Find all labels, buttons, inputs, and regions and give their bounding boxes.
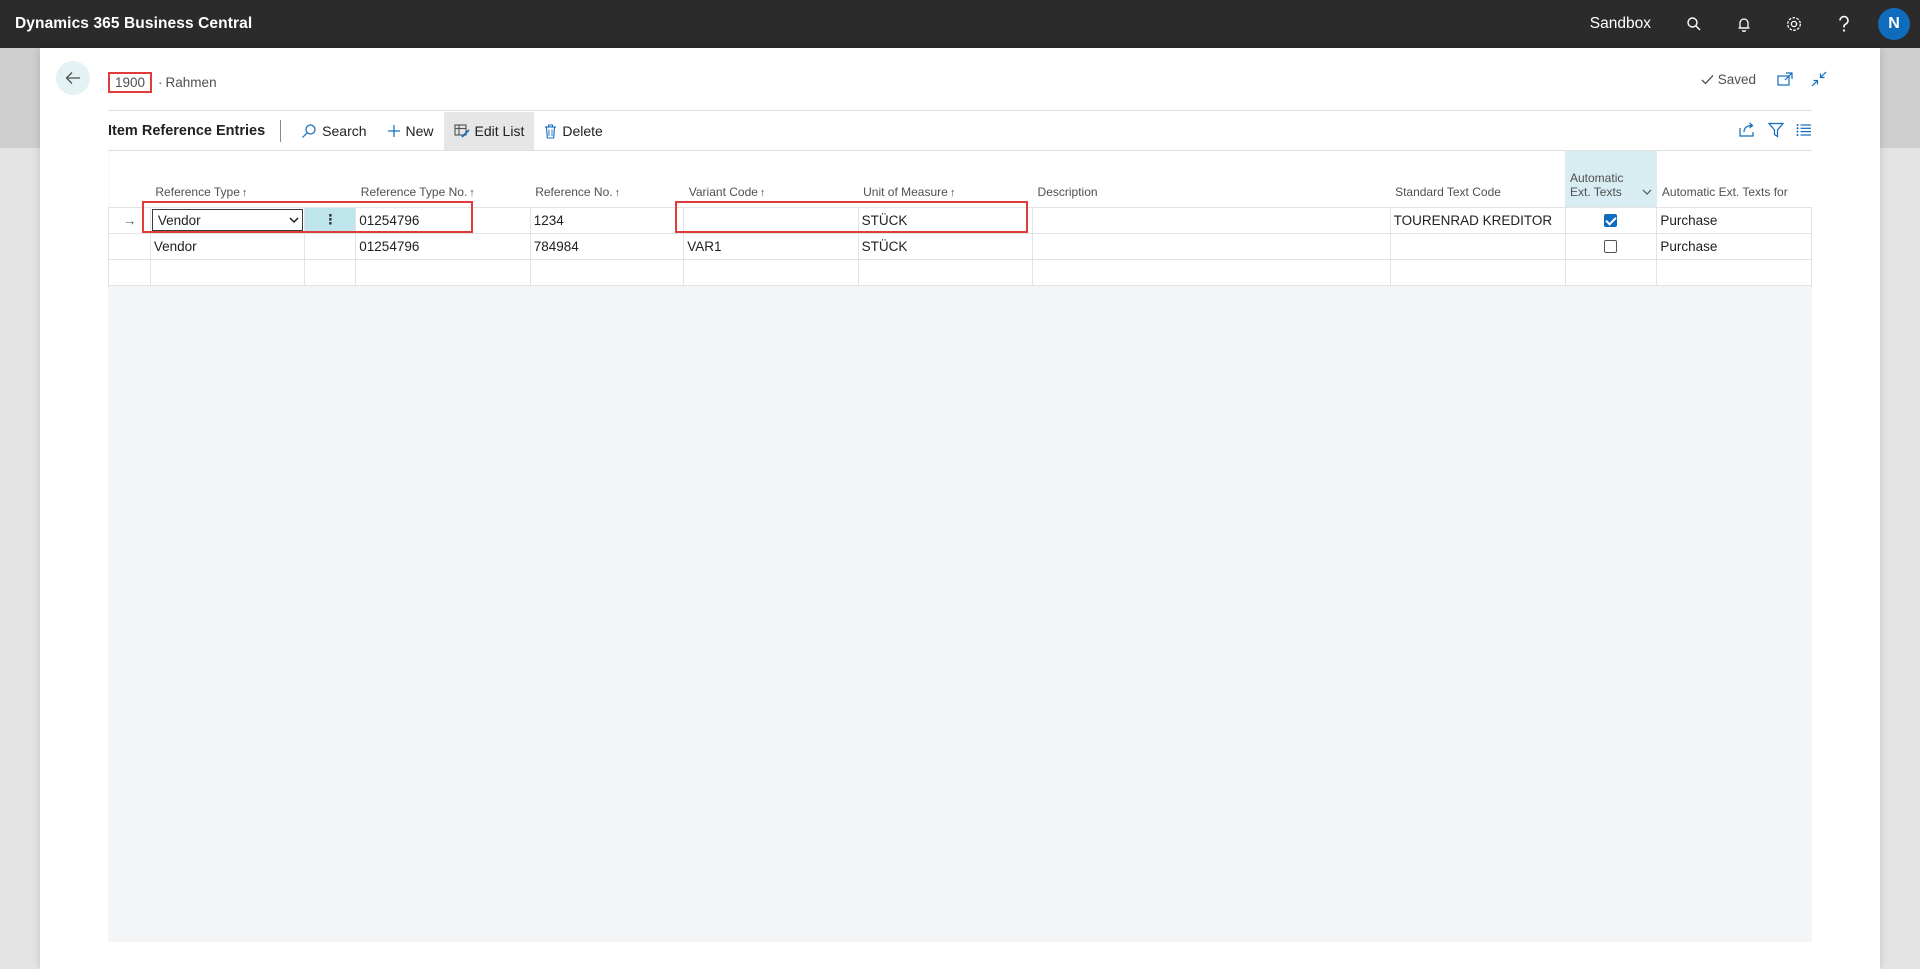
table-row[interactable]: Vendor 01254796 784984 VAR1 STÜCK Purcha… xyxy=(108,232,1812,260)
current-row-arrow-icon: → xyxy=(108,206,151,234)
unit-of-measure-cell[interactable]: STÜCK xyxy=(857,232,1034,260)
back-button[interactable] xyxy=(56,61,90,95)
reference-type-cell[interactable]: Vendor xyxy=(149,232,306,260)
column-header-variant-code[interactable]: Variant Code ↑ xyxy=(683,151,859,207)
unit-of-measure-cell[interactable] xyxy=(857,258,1034,286)
column-header-standard-text-code[interactable]: Standard Text Code xyxy=(1390,151,1565,207)
row-indicator[interactable] xyxy=(108,258,151,286)
plus-icon xyxy=(387,125,400,137)
item-reference-dialog: 1900 · Rahmen Saved Item Reference Entri… xyxy=(40,48,1880,969)
description-cell[interactable] xyxy=(1032,206,1391,234)
app-title[interactable]: Dynamics 365 Business Central xyxy=(15,15,252,33)
open-new-window-icon[interactable] xyxy=(1774,68,1796,90)
automatic-ext-texts-cell[interactable] xyxy=(1564,258,1658,286)
description-cell[interactable] xyxy=(1032,258,1391,286)
reference-type-no-cell[interactable] xyxy=(355,258,531,286)
app-bar-actions: Sandbox N xyxy=(1590,0,1920,48)
sort-ascending-icon: ↑ xyxy=(241,186,248,199)
automatic-ext-texts-checkbox[interactable] xyxy=(1604,240,1618,254)
reference-type-value: Vendor xyxy=(157,212,201,228)
delete-button[interactable]: Delete xyxy=(534,112,612,150)
avatar[interactable]: N xyxy=(1878,8,1910,40)
action-bar: Item Reference Entries Search New Edit L… xyxy=(108,112,1812,150)
chevron-down-icon xyxy=(1642,189,1652,195)
variant-code-cell[interactable] xyxy=(683,206,859,234)
reference-type-no-cell[interactable]: 01254796 xyxy=(355,232,531,260)
new-button[interactable]: New xyxy=(377,112,444,150)
reference-no-cell[interactable]: 1234 xyxy=(529,206,685,234)
variant-code-cell[interactable]: VAR1 xyxy=(683,232,859,260)
unit-of-measure-cell[interactable]: STÜCK xyxy=(857,206,1034,234)
row-actions-cell[interactable] xyxy=(304,258,357,286)
automatic-ext-texts-cell[interactable] xyxy=(1564,232,1658,260)
automatic-ext-texts-for-cell[interactable]: Purchase xyxy=(1656,206,1812,234)
automatic-ext-texts-for-cell[interactable]: Purchase xyxy=(1656,232,1812,260)
share-icon[interactable] xyxy=(1739,122,1756,140)
reference-type-cell[interactable] xyxy=(149,258,306,286)
checkmark-icon xyxy=(1701,75,1714,85)
delete-button-label: Delete xyxy=(562,123,603,139)
chevron-down-icon xyxy=(289,216,299,223)
table-row[interactable]: → Vendor ⋮ 01254796 1234 STÜCK TOURENRAD… xyxy=(108,206,1812,234)
row-actions-icon[interactable]: ⋮ xyxy=(304,206,357,234)
table-row-empty[interactable] xyxy=(108,258,1812,286)
column-header-automatic-ext-texts-for[interactable]: Automatic Ext. Texts for xyxy=(1656,151,1812,207)
reference-type-select[interactable]: Vendor xyxy=(149,206,306,234)
variant-code-cell[interactable] xyxy=(683,258,859,286)
environment-name: Sandbox xyxy=(1589,15,1651,32)
trash-icon xyxy=(545,124,557,139)
saved-status: Saved xyxy=(1701,72,1756,87)
collapse-icon[interactable] xyxy=(1808,68,1830,90)
filter-icon[interactable] xyxy=(1767,122,1785,141)
standard-text-code-cell[interactable]: TOURENRAD KREDITOR xyxy=(1389,206,1566,234)
search-icon[interactable] xyxy=(1669,0,1719,48)
edit-list-button[interactable]: Edit List xyxy=(443,112,535,150)
item-name: Rahmen xyxy=(165,75,217,90)
sort-ascending-icon: ↑ xyxy=(759,186,766,199)
row-actions-cell[interactable] xyxy=(304,232,357,260)
search-button-label: Search xyxy=(322,123,367,139)
reference-entries-table: Reference Type ↑ Reference Type No. ↑ Refe… xyxy=(108,151,1812,286)
reference-entries-grid: Reference Type ↑ Reference Type No. ↑ Refe… xyxy=(108,151,1812,942)
list-view-icon[interactable] xyxy=(1796,123,1812,140)
sort-ascending-icon: ↑ xyxy=(614,186,621,199)
sort-ascending-icon: ↑ xyxy=(469,186,475,199)
standard-text-code-cell[interactable] xyxy=(1389,258,1566,286)
action-bar-right xyxy=(1739,112,1812,150)
sort-ascending-icon: ↑ xyxy=(949,186,956,199)
header-divider xyxy=(108,110,1812,111)
column-header-reference-type-no[interactable]: Reference Type No. ↑ xyxy=(355,151,531,207)
reference-no-cell[interactable]: 784984 xyxy=(529,232,685,260)
column-header-unit-of-measure[interactable]: Unit of Measure ↑ xyxy=(858,151,1033,207)
automatic-ext-texts-for-cell[interactable] xyxy=(1656,258,1812,286)
description-cell[interactable] xyxy=(1032,232,1391,260)
saved-label: Saved xyxy=(1717,72,1756,87)
new-button-label: New xyxy=(405,123,434,139)
bell-icon[interactable] xyxy=(1719,0,1769,48)
table-header-row: Reference Type ↑ Reference Type No. ↑ Refe… xyxy=(108,151,1812,207)
app-bar: Dynamics 365 Business Central Sandbox N xyxy=(0,0,1920,48)
breadcrumb: 1900 · Rahmen xyxy=(108,72,217,93)
column-header-description[interactable]: Description xyxy=(1032,151,1391,207)
item-number: 1900 xyxy=(108,72,153,93)
reference-type-no-cell[interactable]: 01254796 xyxy=(355,206,531,234)
breadcrumb-separator: · xyxy=(158,75,163,90)
automatic-ext-texts-checkbox[interactable] xyxy=(1604,214,1618,228)
help-icon[interactable] xyxy=(1819,0,1869,48)
edit-list-icon xyxy=(453,124,470,138)
automatic-ext-texts-cell[interactable] xyxy=(1564,206,1658,234)
column-header-automatic-ext-texts[interactable]: Automatic Ext. Texts xyxy=(1565,151,1657,207)
column-header-reference-type[interactable]: Reference Type ↑ xyxy=(150,151,356,207)
column-header-reference-no[interactable]: Reference No. ↑ xyxy=(530,151,684,207)
standard-text-code-cell[interactable] xyxy=(1389,232,1566,260)
gear-icon[interactable] xyxy=(1769,0,1819,48)
search-button[interactable]: Search xyxy=(291,112,376,150)
reference-no-cell[interactable] xyxy=(529,258,685,286)
edit-list-button-label: Edit List xyxy=(474,123,525,139)
arrow-left-icon xyxy=(65,72,80,84)
row-indicator[interactable] xyxy=(108,232,151,260)
search-icon xyxy=(302,124,316,138)
row-indicator-header xyxy=(108,151,151,207)
page-caption: Item Reference Entries xyxy=(108,120,282,142)
